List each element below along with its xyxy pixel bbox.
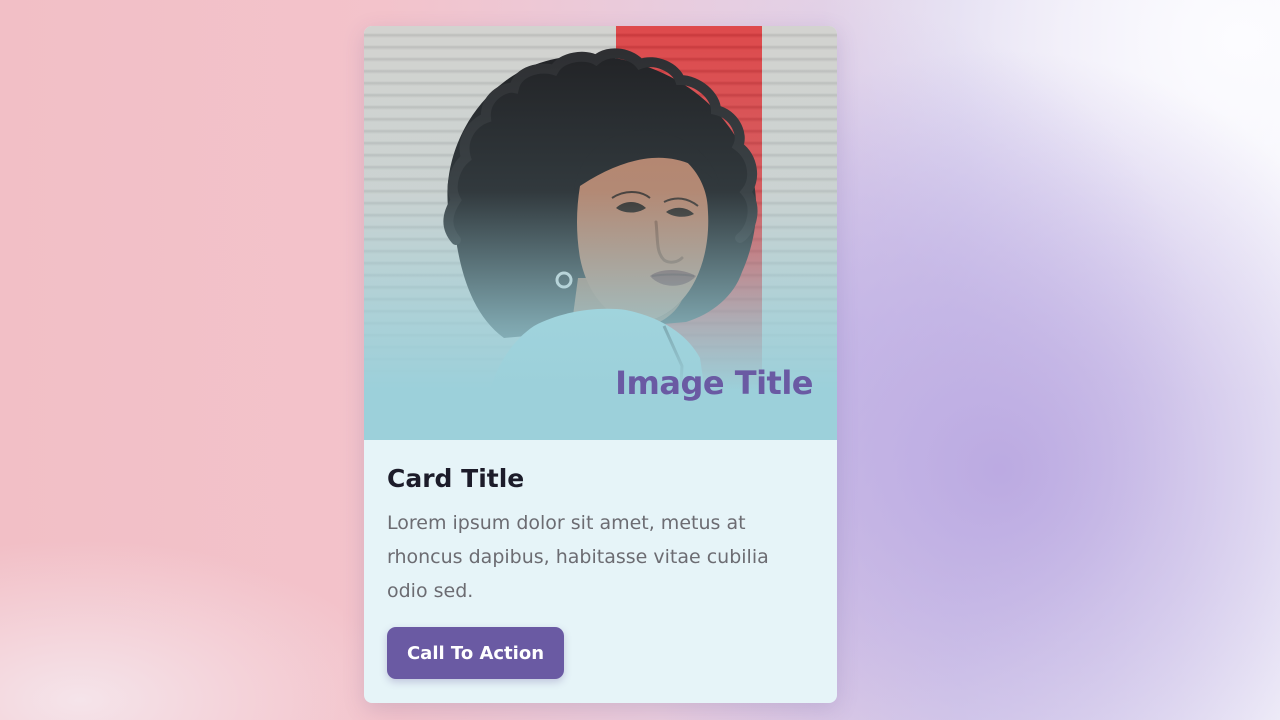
- call-to-action-button[interactable]: Call To Action: [387, 627, 564, 679]
- card-image: Image Title: [364, 26, 837, 440]
- image-title: Image Title: [615, 364, 813, 402]
- card-description: Lorem ipsum dolor sit amet, metus at rho…: [387, 512, 769, 602]
- card-title: Card Title: [387, 464, 525, 493]
- card-body: Card Title Lorem ipsum dolor sit amet, m…: [387, 464, 817, 679]
- card: Image Title Card Title Lorem ipsum dolor…: [364, 26, 837, 703]
